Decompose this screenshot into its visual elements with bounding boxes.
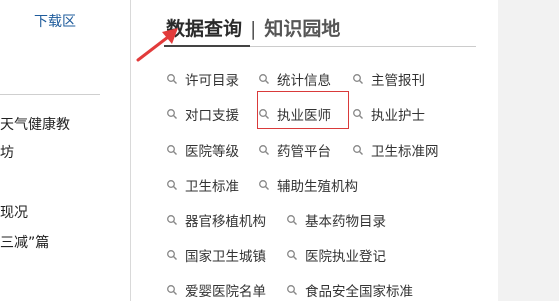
link-drug-platform[interactable]: 药管平台	[258, 140, 331, 160]
link-label: 卫生标准网	[371, 144, 439, 160]
magnifier-icon	[167, 250, 177, 260]
link-essential-drugs[interactable]: 基本药物目录	[286, 210, 386, 230]
magnifier-icon	[167, 180, 177, 190]
link-label: 执业护士	[371, 108, 425, 124]
link-national-health-city[interactable]: 国家卫生城镇	[166, 245, 266, 265]
link-journals[interactable]: 主管报刊	[352, 69, 425, 89]
link-assisted-reproduction[interactable]: 辅助生殖机构	[258, 175, 358, 195]
link-label: 基本药物目录	[305, 214, 386, 230]
link-paired-support[interactable]: 对口支援	[166, 104, 239, 124]
link-label: 医院等级	[185, 144, 239, 160]
magnifier-icon	[259, 74, 269, 84]
magnifier-icon	[353, 74, 363, 84]
link-statistics[interactable]: 统计信息	[258, 69, 331, 89]
left-divider	[0, 94, 100, 95]
link-label: 主管报刊	[371, 73, 425, 89]
title-separator: |	[250, 18, 257, 40]
left-list-item[interactable]: 现况	[0, 202, 28, 222]
tab-knowledge-garden[interactable]: 知识园地	[264, 18, 340, 40]
link-label: 统计信息	[277, 73, 331, 89]
link-baby-friendly-hospitals[interactable]: 爱婴医院名单	[166, 280, 266, 300]
link-label: 对口支援	[185, 108, 239, 124]
highlight-box	[257, 91, 349, 129]
magnifier-icon	[167, 215, 177, 225]
link-food-safety-standards[interactable]: 食品安全国家标准	[286, 280, 413, 300]
link-health-standards[interactable]: 卫生标准	[166, 175, 239, 195]
link-label: 食品安全国家标准	[305, 284, 413, 300]
link-license-catalog[interactable]: 许可目录	[166, 69, 239, 89]
link-label: 国家卫生城镇	[185, 249, 266, 265]
link-label: 辅助生殖机构	[277, 179, 358, 195]
magnifier-icon	[353, 145, 363, 155]
left-list-item[interactable]: 坊	[0, 142, 14, 162]
section-header: 数据查询 | 知识园地	[166, 14, 340, 41]
left-list-item[interactable]: 天气健康教	[0, 114, 70, 134]
magnifier-icon	[167, 285, 177, 295]
magnifier-icon	[287, 285, 297, 295]
magnifier-icon	[167, 109, 177, 119]
link-licensed-nurse[interactable]: 执业护士	[352, 104, 425, 124]
download-area-link[interactable]: 下载区	[34, 11, 76, 31]
link-label: 器官移植机构	[185, 214, 266, 230]
right-panel-edge	[498, 0, 559, 301]
link-organ-transplant[interactable]: 器官移植机构	[166, 210, 266, 230]
link-label: 许可目录	[185, 73, 239, 89]
link-label: 爱婴医院名单	[185, 284, 266, 300]
red-arrow-icon	[136, 28, 178, 62]
magnifier-icon	[287, 215, 297, 225]
link-label: 医院执业登记	[305, 249, 386, 265]
magnifier-icon	[167, 74, 177, 84]
magnifier-icon	[167, 145, 177, 155]
link-hospital-grade[interactable]: 医院等级	[166, 140, 239, 160]
magnifier-icon	[353, 109, 363, 119]
magnifier-icon	[259, 145, 269, 155]
link-health-standards-web[interactable]: 卫生标准网	[352, 140, 439, 160]
magnifier-icon	[259, 180, 269, 190]
link-hospital-registration[interactable]: 医院执业登记	[286, 245, 386, 265]
magnifier-icon	[287, 250, 297, 260]
link-label: 药管平台	[277, 144, 331, 160]
left-list-item[interactable]: 三减”篇	[0, 232, 49, 252]
link-label: 卫生标准	[185, 179, 239, 195]
left-sidebar: 下载区 天气健康教 坊 现况 三减”篇	[0, 0, 131, 301]
